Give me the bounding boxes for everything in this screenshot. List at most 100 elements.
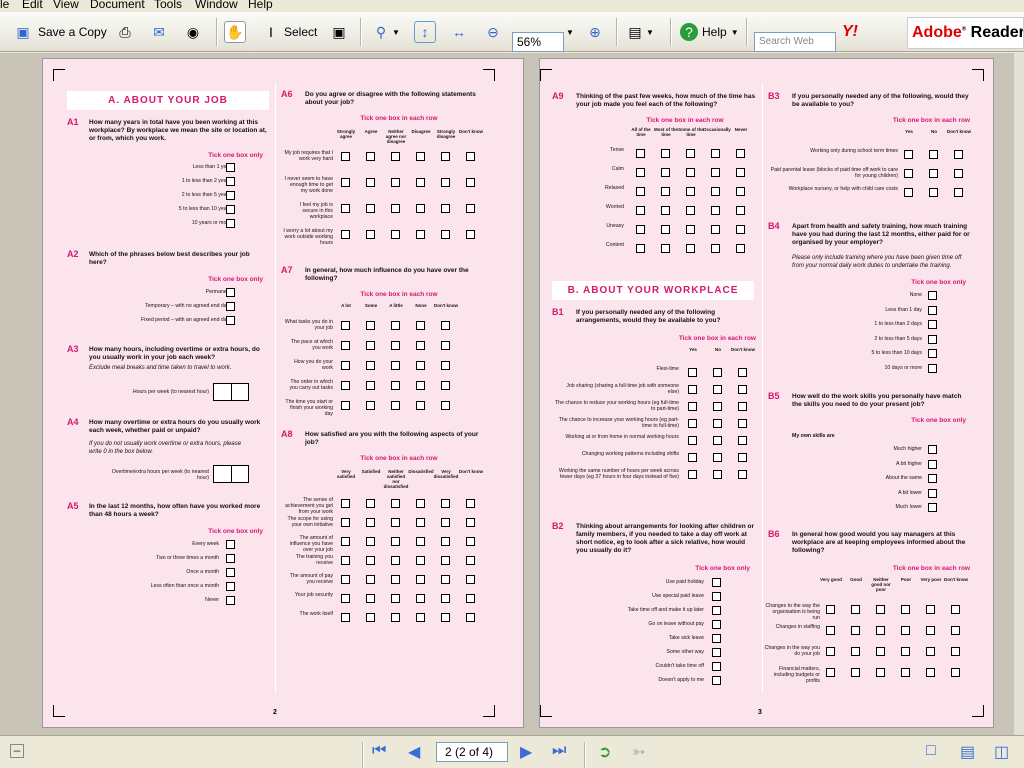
option-checkbox[interactable] [712, 648, 721, 657]
grid-checkbox[interactable] [851, 626, 860, 635]
grid-checkbox[interactable] [416, 381, 425, 390]
grid-checkbox[interactable] [876, 605, 885, 614]
grid-checkbox[interactable] [711, 225, 720, 234]
grid-checkbox[interactable] [826, 668, 835, 677]
grid-checkbox[interactable] [391, 361, 400, 370]
grid-checkbox[interactable] [688, 402, 697, 411]
grid-checkbox[interactable] [851, 647, 860, 656]
grid-checkbox[interactable] [713, 385, 722, 394]
next-page-button[interactable]: ▶ [520, 742, 532, 762]
grid-checkbox[interactable] [826, 647, 835, 656]
grid-checkbox[interactable] [366, 401, 375, 410]
grid-checkbox[interactable] [876, 668, 885, 677]
grid-checkbox[interactable] [711, 206, 720, 215]
grid-checkbox[interactable] [954, 188, 963, 197]
grid-checkbox[interactable] [926, 668, 935, 677]
search-button[interactable]: ◉ [182, 18, 204, 46]
grid-checkbox[interactable] [391, 556, 400, 565]
grid-checkbox[interactable] [441, 230, 450, 239]
grid-checkbox[interactable] [341, 556, 350, 565]
grid-checkbox[interactable] [688, 368, 697, 377]
grid-checkbox[interactable] [466, 556, 475, 565]
grid-checkbox[interactable] [341, 537, 350, 546]
rotate-view-button[interactable]: ▤ ▼ [624, 18, 654, 46]
yahoo-search-button[interactable]: Y! [842, 18, 858, 46]
grid-checkbox[interactable] [661, 187, 670, 196]
grid-checkbox[interactable] [711, 187, 720, 196]
grid-checkbox[interactable] [636, 225, 645, 234]
grid-checkbox[interactable] [391, 152, 400, 161]
grid-checkbox[interactable] [686, 206, 695, 215]
option-checkbox[interactable] [226, 219, 235, 228]
grid-checkbox[interactable] [366, 537, 375, 546]
grid-checkbox[interactable] [391, 204, 400, 213]
grid-checkbox[interactable] [466, 518, 475, 527]
grid-checkbox[interactable] [711, 244, 720, 253]
option-checkbox[interactable] [928, 305, 937, 315]
menu-window[interactable]: Window [195, 0, 238, 10]
grid-checkbox[interactable] [736, 187, 745, 196]
grid-checkbox[interactable] [711, 149, 720, 158]
grid-checkbox[interactable] [904, 169, 913, 178]
zoom-out-button[interactable]: ⊖ [482, 18, 504, 46]
grid-checkbox[interactable] [466, 204, 475, 213]
select-tool-button[interactable]: I Select [260, 18, 317, 46]
continuous-view-button[interactable]: ▤ [960, 742, 975, 762]
grid-checkbox[interactable] [954, 150, 963, 159]
grid-checkbox[interactable] [341, 178, 350, 187]
grid-checkbox[interactable] [391, 230, 400, 239]
grid-checkbox[interactable] [416, 178, 425, 187]
option-checkbox[interactable] [226, 163, 235, 172]
grid-checkbox[interactable] [416, 537, 425, 546]
grid-checkbox[interactable] [466, 178, 475, 187]
grid-checkbox[interactable] [341, 361, 350, 370]
grid-checkbox[interactable] [416, 361, 425, 370]
grid-checkbox[interactable] [416, 499, 425, 508]
option-checkbox[interactable] [712, 578, 721, 587]
grid-checkbox[interactable] [341, 204, 350, 213]
grid-checkbox[interactable] [441, 341, 450, 350]
option-checkbox[interactable] [226, 568, 235, 577]
option-checkbox[interactable] [712, 592, 721, 601]
grid-checkbox[interactable] [391, 401, 400, 410]
grid-checkbox[interactable] [341, 518, 350, 527]
grid-checkbox[interactable] [929, 188, 938, 197]
grid-checkbox[interactable] [341, 401, 350, 410]
grid-checkbox[interactable] [441, 575, 450, 584]
grid-checkbox[interactable] [441, 594, 450, 603]
option-checkbox[interactable] [928, 459, 937, 469]
option-checkbox[interactable] [928, 291, 937, 300]
grid-checkbox[interactable] [736, 225, 745, 234]
grid-checkbox[interactable] [366, 381, 375, 390]
next-view-button[interactable]: ➳ [632, 742, 645, 762]
grid-checkbox[interactable] [713, 470, 722, 479]
grid-checkbox[interactable] [441, 381, 450, 390]
grid-checkbox[interactable] [466, 537, 475, 546]
snapshot-button[interactable]: ▣ [328, 18, 350, 46]
grid-checkbox[interactable] [636, 168, 645, 177]
grid-checkbox[interactable] [738, 385, 747, 394]
grid-checkbox[interactable] [416, 401, 425, 410]
grid-checkbox[interactable] [713, 453, 722, 462]
grid-checkbox[interactable] [441, 178, 450, 187]
grid-checkbox[interactable] [711, 168, 720, 177]
option-checkbox[interactable] [928, 349, 937, 358]
grid-checkbox[interactable] [738, 402, 747, 411]
option-checkbox[interactable] [226, 540, 235, 549]
option-checkbox[interactable] [226, 596, 235, 605]
option-checkbox[interactable] [928, 488, 937, 498]
grid-checkbox[interactable] [341, 613, 350, 622]
grid-checkbox[interactable] [876, 626, 885, 635]
grid-checkbox[interactable] [366, 499, 375, 508]
print-button[interactable]: ⎙ [114, 18, 136, 46]
option-checkbox[interactable] [226, 191, 235, 200]
grid-checkbox[interactable] [466, 230, 475, 239]
grid-checkbox[interactable] [713, 419, 722, 428]
grid-checkbox[interactable] [391, 537, 400, 546]
grid-checkbox[interactable] [366, 152, 375, 161]
grid-checkbox[interactable] [416, 321, 425, 330]
option-checkbox[interactable] [226, 205, 235, 214]
grid-checkbox[interactable] [366, 556, 375, 565]
grid-checkbox[interactable] [416, 556, 425, 565]
grid-checkbox[interactable] [636, 187, 645, 196]
